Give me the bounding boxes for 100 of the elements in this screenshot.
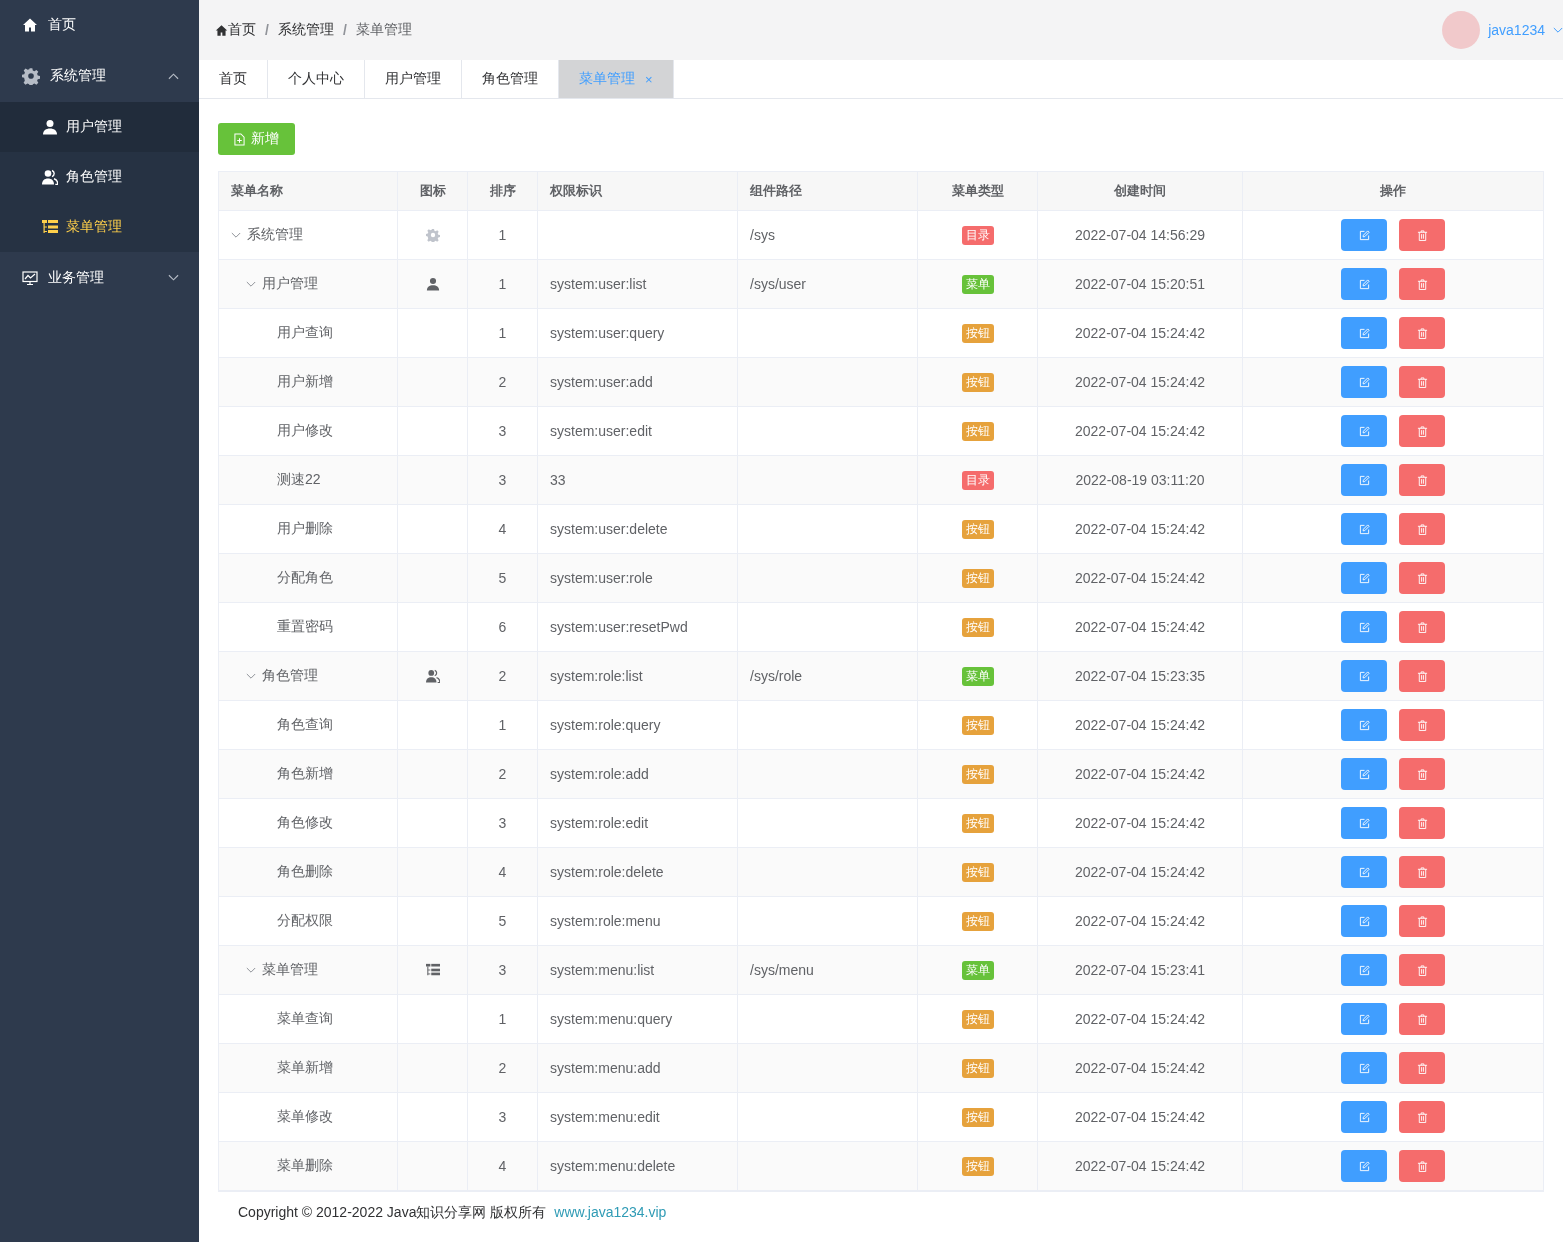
delete-button[interactable] bbox=[1399, 660, 1445, 692]
edit-icon bbox=[1358, 964, 1370, 976]
menu-type-tag: 菜单 bbox=[961, 666, 994, 686]
permission-key: system:user:edit bbox=[550, 423, 652, 439]
sort-order: 2 bbox=[498, 374, 507, 390]
edit-button[interactable] bbox=[1341, 513, 1387, 545]
delete-icon bbox=[1416, 1160, 1428, 1172]
edit-button[interactable] bbox=[1341, 317, 1387, 349]
delete-button[interactable] bbox=[1399, 268, 1445, 300]
edit-button[interactable] bbox=[1341, 954, 1387, 986]
permission-key: system:role:edit bbox=[550, 815, 649, 831]
sidebar-item-label: 系统管理 bbox=[50, 67, 107, 85]
delete-icon bbox=[1416, 376, 1428, 388]
sidebar-subitem[interactable]: 用户管理 bbox=[0, 102, 199, 152]
delete-button[interactable] bbox=[1399, 1003, 1445, 1035]
sort-order: 1 bbox=[498, 1011, 507, 1027]
edit-button[interactable] bbox=[1341, 807, 1387, 839]
tab[interactable]: 个人中心 bbox=[268, 60, 365, 98]
edit-icon bbox=[1358, 915, 1370, 927]
edit-button[interactable] bbox=[1341, 366, 1387, 398]
edit-icon bbox=[1358, 425, 1370, 437]
edit-button[interactable] bbox=[1341, 758, 1387, 790]
breadcrumb-item[interactable]: 系统管理 bbox=[277, 21, 334, 39]
sidebar-subitem[interactable]: 角色管理 bbox=[0, 152, 199, 202]
expand-caret-icon[interactable] bbox=[231, 231, 241, 239]
tab[interactable]: 用户管理 bbox=[365, 60, 462, 98]
created-time: 2022-07-04 15:24:42 bbox=[1075, 717, 1205, 733]
expand-caret-icon[interactable] bbox=[246, 672, 256, 680]
sort-order: 4 bbox=[498, 1158, 507, 1174]
created-time: 2022-07-04 15:24:42 bbox=[1075, 619, 1205, 635]
gear-icon bbox=[22, 67, 40, 85]
menu-name: 菜单管理 bbox=[262, 961, 318, 979]
sidebar-item[interactable]: 业务管理 bbox=[0, 252, 199, 304]
edit-button[interactable] bbox=[1341, 660, 1387, 692]
delete-icon bbox=[1416, 1111, 1428, 1123]
edit-button[interactable] bbox=[1341, 415, 1387, 447]
delete-button[interactable] bbox=[1399, 856, 1445, 888]
breadcrumb-item[interactable]: 首页 bbox=[228, 21, 256, 39]
sort-order: 4 bbox=[498, 864, 507, 880]
delete-button[interactable] bbox=[1399, 219, 1445, 251]
edit-icon bbox=[1358, 229, 1370, 241]
permission-key: system:menu:list bbox=[550, 962, 655, 978]
permission-key: system:role:menu bbox=[550, 913, 661, 929]
menu-name: 分配角色 bbox=[277, 569, 333, 587]
permission-key: system:menu:add bbox=[550, 1060, 661, 1076]
menu-type-tag: 按钮 bbox=[961, 519, 994, 539]
delete-button[interactable] bbox=[1399, 807, 1445, 839]
caret-icon[interactable] bbox=[1553, 26, 1563, 34]
expand-caret-icon[interactable] bbox=[246, 280, 256, 288]
edit-icon bbox=[1358, 523, 1370, 535]
edit-button[interactable] bbox=[1341, 562, 1387, 594]
delete-icon bbox=[1416, 768, 1428, 780]
delete-button[interactable] bbox=[1399, 317, 1445, 349]
edit-button[interactable] bbox=[1341, 1101, 1387, 1133]
expand-caret-icon[interactable] bbox=[246, 966, 256, 974]
delete-icon bbox=[1416, 621, 1428, 633]
created-time: 2022-07-04 15:24:42 bbox=[1075, 423, 1205, 439]
column-header: 创建时间 bbox=[1038, 172, 1243, 210]
delete-button[interactable] bbox=[1399, 1101, 1445, 1133]
sidebar-item[interactable]: 首页 bbox=[0, 0, 199, 50]
permission-key: system:user:query bbox=[550, 325, 665, 341]
edit-button[interactable] bbox=[1341, 856, 1387, 888]
tab[interactable]: 首页 bbox=[199, 60, 268, 98]
delete-button[interactable] bbox=[1399, 954, 1445, 986]
sort-order: 1 bbox=[498, 325, 507, 341]
delete-button[interactable] bbox=[1399, 709, 1445, 741]
created-time: 2022-07-04 15:24:42 bbox=[1075, 325, 1205, 341]
delete-button[interactable] bbox=[1399, 415, 1445, 447]
user-icon bbox=[42, 119, 58, 135]
edit-button[interactable] bbox=[1341, 464, 1387, 496]
delete-icon bbox=[1416, 278, 1428, 290]
edit-button[interactable] bbox=[1341, 611, 1387, 643]
created-time: 2022-07-04 15:24:42 bbox=[1075, 913, 1205, 929]
delete-button[interactable] bbox=[1399, 905, 1445, 937]
edit-button[interactable] bbox=[1341, 1052, 1387, 1084]
edit-button[interactable] bbox=[1341, 219, 1387, 251]
delete-button[interactable] bbox=[1399, 513, 1445, 545]
delete-button[interactable] bbox=[1399, 1052, 1445, 1084]
delete-button[interactable] bbox=[1399, 1150, 1445, 1182]
edit-button[interactable] bbox=[1341, 905, 1387, 937]
menu-name: 用户新增 bbox=[277, 373, 333, 391]
edit-button[interactable] bbox=[1341, 1150, 1387, 1182]
delete-button[interactable] bbox=[1399, 562, 1445, 594]
sort-order: 2 bbox=[498, 1060, 507, 1076]
users-icon bbox=[42, 169, 58, 185]
edit-button[interactable] bbox=[1341, 709, 1387, 741]
sort-order: 3 bbox=[498, 423, 507, 439]
delete-button[interactable] bbox=[1399, 758, 1445, 790]
sidebar-subitem[interactable]: 菜单管理 bbox=[0, 202, 199, 252]
breadcrumb-separator: / bbox=[265, 22, 269, 38]
delete-button[interactable] bbox=[1399, 464, 1445, 496]
sidebar-item[interactable]: 系统管理 bbox=[0, 50, 199, 102]
delete-button[interactable] bbox=[1399, 366, 1445, 398]
edit-button[interactable] bbox=[1341, 268, 1387, 300]
edit-icon bbox=[1358, 1160, 1370, 1172]
created-time: 2022-07-04 15:24:42 bbox=[1075, 766, 1205, 782]
edit-button[interactable] bbox=[1341, 1003, 1387, 1035]
delete-button[interactable] bbox=[1399, 611, 1445, 643]
sidebar-item-label: 菜单管理 bbox=[66, 218, 122, 236]
avatar[interactable] bbox=[1442, 11, 1481, 49]
